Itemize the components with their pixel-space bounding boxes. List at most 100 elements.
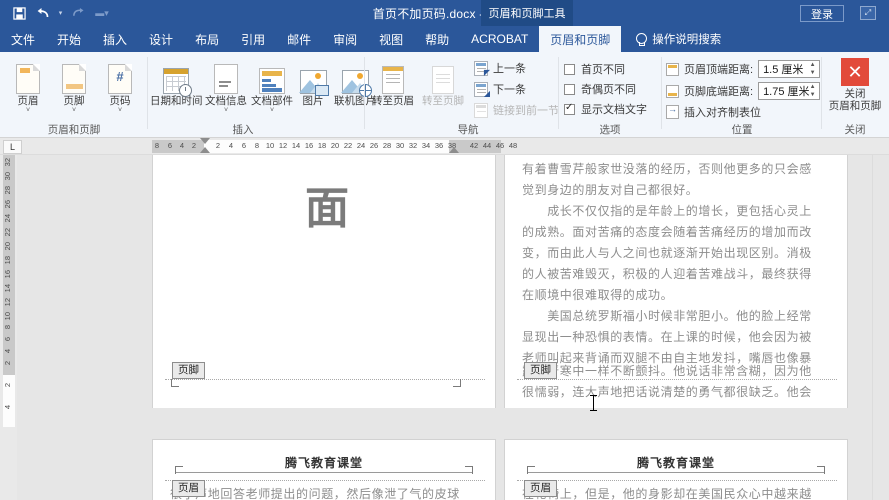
tab-review[interactable]: 审阅 xyxy=(322,26,368,52)
goto-footer-icon xyxy=(418,60,468,94)
page-left-bottom[interactable]: 腾飞教育课堂 很小声地回答老师提出的问题，然后像泄了气的皮球 一样瘫回自己的座位… xyxy=(153,440,495,500)
quick-parts-dropdown-icon[interactable]: ˅ xyxy=(250,107,294,114)
picture-button[interactable]: 图片 xyxy=(296,60,330,107)
next-section-button[interactable]: ◢ 下一条 xyxy=(474,80,526,98)
document-info-dropdown-icon[interactable]: ˅ xyxy=(204,107,248,114)
page-number-dropdown-icon[interactable]: ˅ xyxy=(98,107,142,114)
checkbox-box-checked[interactable] xyxy=(564,102,575,115)
ruler-left-margin xyxy=(152,140,204,153)
vruler-tick: 6 xyxy=(3,337,12,342)
ruler-tick: 6 xyxy=(167,141,173,150)
header-button-label: 页眉 xyxy=(17,95,39,107)
close-button-line2[interactable]: 页眉和页脚 xyxy=(821,100,889,112)
vruler-tick: 22 xyxy=(3,228,12,237)
tab-file[interactable]: 文件 xyxy=(0,26,46,52)
ruler-tick: 18 xyxy=(317,141,327,150)
hanging-indent-marker[interactable] xyxy=(200,147,210,153)
ribbon-group-header-footer: 页眉 ˅ 页脚 ˅ # 页码 ˅ 页眉和页脚 xyxy=(0,52,148,138)
spinner-arrows[interactable]: ▲ ▼ xyxy=(808,84,817,98)
show-document-text-checkbox[interactable]: 显示文档文字 xyxy=(564,101,647,117)
footer-boundary-line xyxy=(165,379,485,380)
vruler-tick: 10 xyxy=(3,312,12,321)
tab-insert[interactable]: 插入 xyxy=(92,26,138,52)
tab-header-and-footer[interactable]: 页眉和页脚 xyxy=(539,26,622,52)
header-corner-mark xyxy=(817,466,825,474)
group-label-options: 选项 xyxy=(599,124,621,136)
different-first-page-checkbox[interactable]: 首页不同 xyxy=(564,61,625,77)
document-paragraph: 美国总统罗斯福小时候非常胆小。他的脸上经常 xyxy=(522,309,812,323)
document-paragraph: 很小声地回答老师提出的问题，然后像泄了气的皮球 xyxy=(170,487,460,500)
tab-acrobat[interactable]: ACROBAT xyxy=(460,26,539,52)
tab-stop-left-icon[interactable]: L xyxy=(3,140,22,154)
page-right-bottom[interactable]: 腾飞教育课堂 在轮椅上，但是，他的身影却在美国民众心中越来越 高大。他是美国历史… xyxy=(505,440,847,500)
close-header-footer-icon[interactable]: ✕ xyxy=(841,58,869,86)
different-odd-even-checkbox[interactable]: 奇偶页不同 xyxy=(564,81,636,97)
header-top-distance-input[interactable]: 1.5 厘米 ▲ ▼ xyxy=(758,60,821,78)
insert-alignment-tab-button[interactable]: 插入对齐制表位 xyxy=(666,104,761,120)
header-top-distance-row: 页眉顶端距离: 1.5 厘米 ▲ ▼ xyxy=(666,60,821,78)
date-time-button-label: 日期和时间 xyxy=(150,95,203,107)
footer-button-label: 页脚 xyxy=(63,95,85,107)
previous-section-button[interactable]: ◤ 上一条 xyxy=(474,59,526,77)
close-button-line1[interactable]: 关闭 xyxy=(821,88,889,100)
header-button[interactable]: 页眉 ˅ xyxy=(6,60,50,114)
vertical-ruler[interactable]: 32 30 28 26 24 22 20 18 16 14 12 10 8 6 … xyxy=(0,155,17,500)
date-time-button[interactable]: 日期和时间 xyxy=(150,60,203,107)
footer-bottom-distance-row: 页脚底端距离: 1.75 厘米 ▲ ▼ xyxy=(666,82,821,100)
page-left-top[interactable]: 面 页脚 xyxy=(153,155,495,408)
footer-button[interactable]: 页脚 ˅ xyxy=(52,60,96,114)
ruler-tick: 44 xyxy=(482,141,492,150)
footer-dropdown-icon[interactable]: ˅ xyxy=(52,107,96,114)
document-info-button[interactable]: 文档信息 ˅ xyxy=(204,60,248,114)
page-right-top[interactable]: 有着曹雪芹般家世没落的经历，否则他更多的只会感 觉到身边的朋友对自己都很好。 成… xyxy=(505,155,847,408)
ruler-tick: 14 xyxy=(291,141,301,150)
document-paragraph: 觉到身边的朋友对自己都很好。 xyxy=(522,183,699,197)
lightbulb-icon xyxy=(635,32,648,46)
header-title: 腾飞教育课堂 xyxy=(636,456,715,470)
link-to-previous-label: 链接到前一节 xyxy=(493,105,559,117)
checkbox-box[interactable] xyxy=(564,63,575,75)
ruler-tick: 2 xyxy=(191,141,197,150)
sign-in-button[interactable]: 登录 xyxy=(800,5,844,22)
page-number-button[interactable]: # 页码 ˅ xyxy=(98,60,142,114)
picture-icon xyxy=(296,60,330,96)
goto-header-button[interactable]: 转至页眉 xyxy=(368,60,418,107)
ribbon-group-position: 页眉顶端距离: 1.5 厘米 ▲ ▼ 页脚底端距离: 1.75 厘米 ▲ ▼ →… xyxy=(662,52,822,138)
first-line-indent-marker[interactable] xyxy=(200,138,210,144)
ribbon-group-insert: 日期和时间 文档信息 ˅ 文档部件 ˅ 图片 联机图片 插入 xyxy=(148,52,376,138)
right-indent-marker[interactable] xyxy=(449,147,459,153)
document-canvas[interactable]: 面 页脚 有着曹雪芹般家世没落的经历，否则他更多的只会感 觉到身边的朋友对自己都… xyxy=(17,155,872,500)
ruler-tick: 4 xyxy=(228,141,234,150)
header-top-distance-label: 页眉顶端距离: xyxy=(684,64,754,76)
ruler-tick: 28 xyxy=(382,141,392,150)
tab-view[interactable]: 视图 xyxy=(368,26,414,52)
previous-section-icon: ◤ xyxy=(474,60,490,76)
vruler-tick: 14 xyxy=(3,284,12,293)
document-paragraph: 变，而由此人与人之间也就逐渐开始出现区别。消极 xyxy=(522,246,812,260)
horizontal-ruler[interactable]: L 8 6 4 2 2 4 6 8 10 12 14 16 18 20 22 2… xyxy=(0,138,889,155)
tab-references[interactable]: 引用 xyxy=(230,26,276,52)
quick-parts-button-label: 文档部件 xyxy=(251,95,293,107)
document-paragraph: 有着曹雪芹般家世没落的经历，否则他更多的只会感 xyxy=(522,162,812,176)
header-boundary-line xyxy=(165,480,485,481)
ruler-tick: 12 xyxy=(278,141,288,150)
tab-design[interactable]: 设计 xyxy=(138,26,184,52)
tab-home[interactable]: 开始 xyxy=(46,26,92,52)
ribbon-display-options-icon[interactable]: ⤢ xyxy=(860,6,876,20)
quick-parts-button[interactable]: 文档部件 ˅ xyxy=(250,60,294,114)
vruler-tick: 2 xyxy=(3,361,12,366)
checkbox-box[interactable] xyxy=(564,83,575,95)
ruler-tick: 34 xyxy=(421,141,431,150)
goto-footer-button-label: 转至页脚 xyxy=(422,95,464,107)
document-paragraph: 显现出一种恐惧的表情。在上课的时候，他会因为被 xyxy=(522,330,812,344)
tab-layout[interactable]: 布局 xyxy=(184,26,230,52)
spinner-arrows[interactable]: ▲ ▼ xyxy=(808,62,817,76)
group-label-position: 位置 xyxy=(731,124,753,136)
ruler-tick: 46 xyxy=(495,141,505,150)
vertical-scrollbar[interactable] xyxy=(872,155,889,500)
tab-help[interactable]: 帮助 xyxy=(414,26,460,52)
tell-me-search[interactable]: 操作说明搜索 xyxy=(621,26,721,52)
tab-mailings[interactable]: 邮件 xyxy=(276,26,322,52)
footer-bottom-distance-input[interactable]: 1.75 厘米 ▲ ▼ xyxy=(758,82,821,100)
header-dropdown-icon[interactable]: ˅ xyxy=(6,107,50,114)
